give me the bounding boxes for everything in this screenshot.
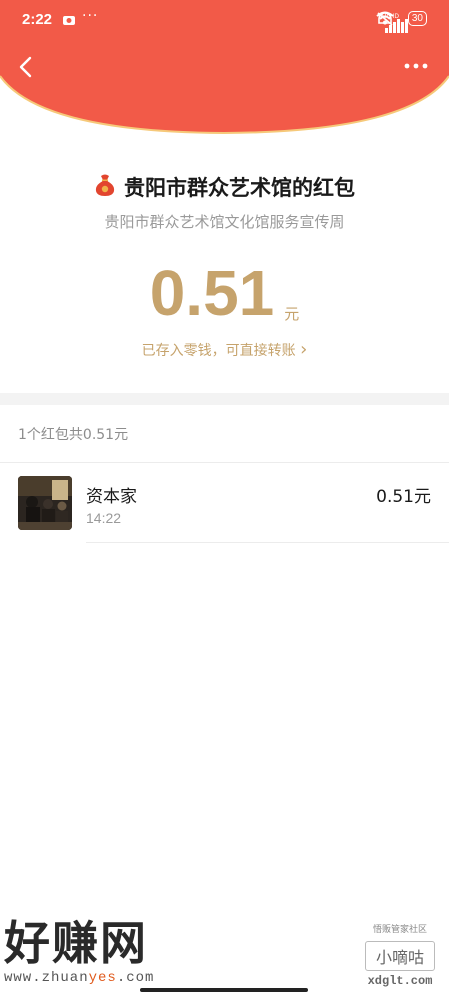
- watermark-url-part-c: .com: [116, 970, 155, 986]
- amount-unit: 元: [284, 305, 300, 323]
- amount-display: 0.51 元: [0, 258, 449, 328]
- packet-title-row: 贵阳市群众艺术馆的红包: [0, 172, 449, 202]
- watermark-url-part-a: www.zhuan: [4, 970, 89, 986]
- watermark-site: xdglt.com: [367, 974, 433, 988]
- packet-subtitle: 贵阳市群众艺术馆文化馆服务宣传周: [104, 213, 345, 231]
- packet-summary: 1个红包共0.51元: [18, 427, 129, 443]
- row-divider: [86, 542, 449, 543]
- watermark-url-part-b: yes: [88, 970, 117, 986]
- list-item[interactable]: 资本家 14:22 0.51元: [0, 463, 449, 543]
- watermark-box: 小嘀咕: [365, 941, 435, 971]
- section-divider: [0, 393, 449, 405]
- watermark-logo-right: 悟贩管家社区 小嘀咕 xdglt.com: [361, 922, 439, 994]
- status-bar: 2:22 ··· HD HD 30: [0, 0, 449, 44]
- recipient-time: 14:22: [86, 510, 122, 526]
- watermark-logo-left: 好赚网 www.zhuanyes.com: [4, 918, 194, 988]
- more-options-button[interactable]: [403, 56, 429, 76]
- packet-amount: 0.51: [149, 257, 275, 329]
- recipient-amount: 0.51元: [376, 487, 431, 507]
- recipient-name: 资本家: [86, 487, 137, 507]
- saved-text: 已存入零钱，可直接转账: [141, 343, 296, 359]
- chevron-left-icon: [19, 56, 32, 78]
- home-indicator[interactable]: [140, 988, 308, 992]
- more-dots-icon: [404, 63, 428, 69]
- saved-to-wallet-link[interactable]: 已存入零钱，可直接转账 ›: [0, 339, 449, 360]
- watermark-title: 好赚网: [4, 916, 148, 970]
- battery-indicator: 30: [407, 11, 427, 26]
- packet-title: 贵阳市群众艺术馆的红包: [124, 176, 355, 200]
- red-packet-header: 2:22 ··· HD HD 30: [0, 0, 449, 140]
- watermark-small-text: 悟贩管家社区: [372, 925, 427, 935]
- money-bag-icon: [94, 173, 116, 201]
- watermark-url: www.zhuanyes.com: [4, 970, 194, 986]
- chevron-right-icon: ›: [300, 339, 308, 360]
- avatar[interactable]: [18, 476, 72, 530]
- status-more-dots: ···: [82, 8, 99, 24]
- status-time: 2:22: [22, 11, 53, 28]
- back-button[interactable]: [12, 52, 42, 82]
